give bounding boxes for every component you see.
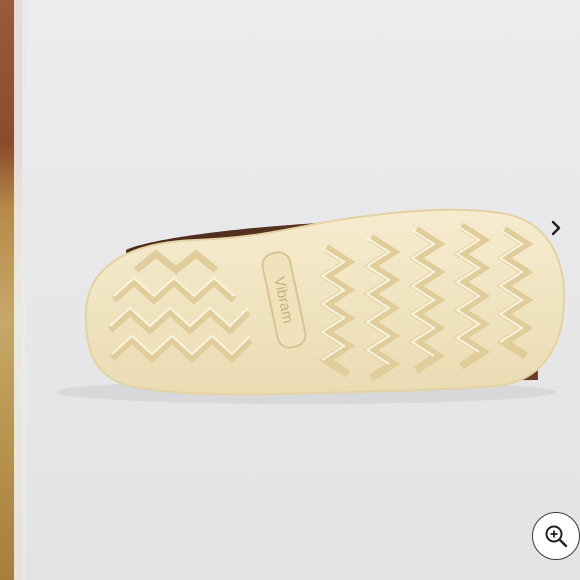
next-image-button[interactable] — [546, 218, 566, 238]
previous-image-thumbnail[interactable] — [0, 0, 22, 580]
chevron-right-icon — [551, 220, 561, 236]
slide-divider — [14, 0, 22, 580]
zoom-button[interactable] — [532, 512, 580, 560]
product-photo-boot-sole[interactable]: Vibram — [26, 0, 580, 580]
boot-sole-illustration: Vibram — [56, 208, 566, 404]
zoom-in-icon — [545, 525, 568, 548]
product-image-viewer: Vibram — [0, 0, 580, 580]
